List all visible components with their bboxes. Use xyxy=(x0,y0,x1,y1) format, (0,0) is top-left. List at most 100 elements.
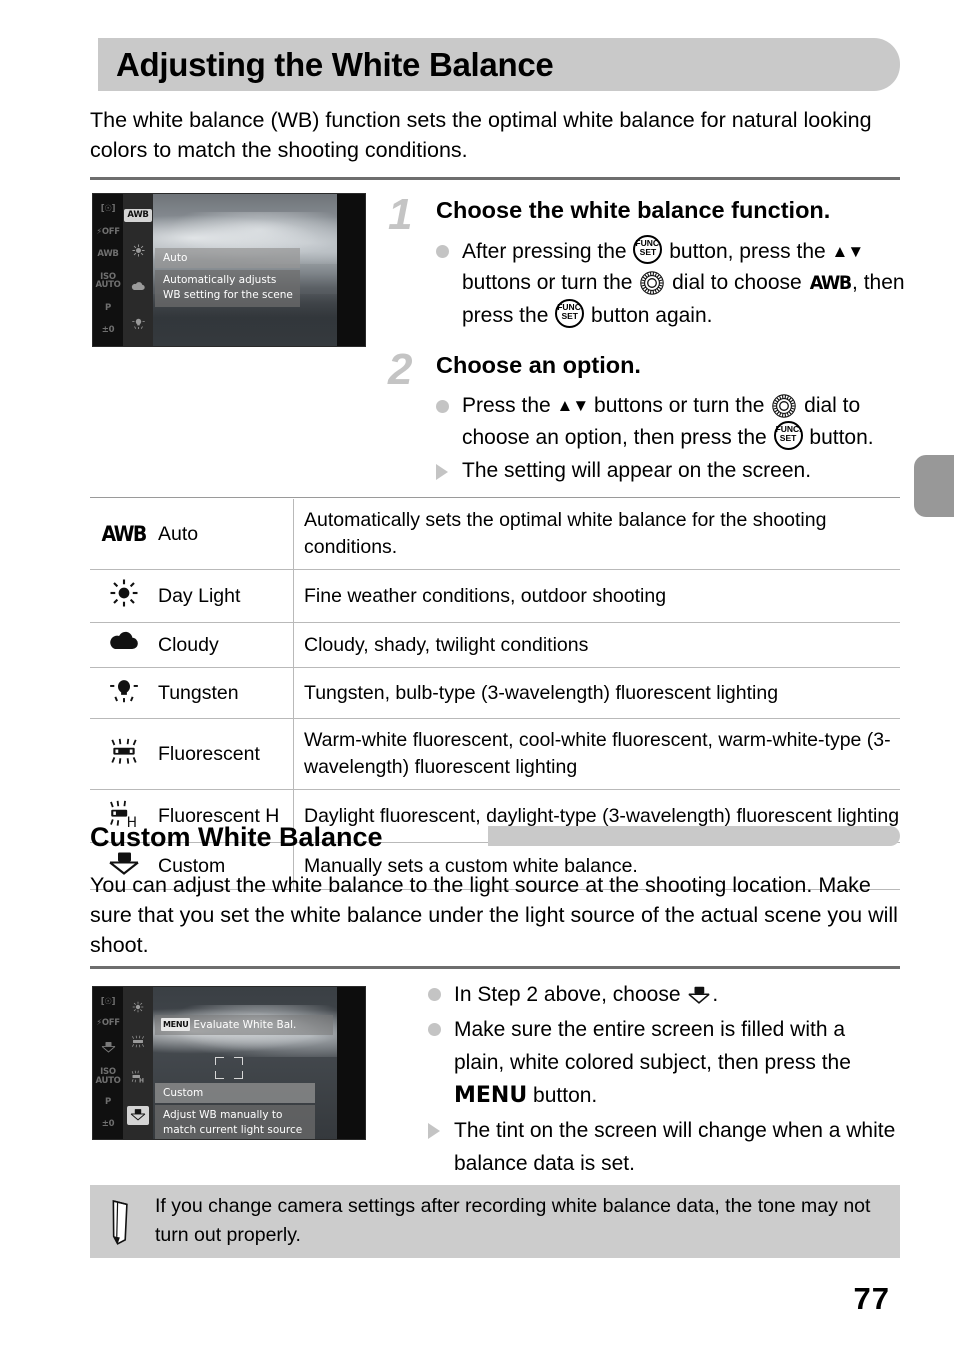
sun-glyph xyxy=(131,243,145,257)
step-2-number: 2 xyxy=(388,345,413,394)
table-top-divider xyxy=(90,497,900,498)
up-down-buttons-icon: ▲▼ xyxy=(831,242,865,261)
fluorescent-glyph xyxy=(132,1035,144,1048)
custom-wb-icon xyxy=(687,981,711,1004)
wb-mode-description: Warm-white fluorescent, cool-white fluor… xyxy=(293,718,900,790)
bullet-dot-icon xyxy=(428,988,441,1001)
exposure-comp-icon: ±0 xyxy=(101,325,115,336)
step-2-body: Press the ▲▼ buttons or turn the dial to… xyxy=(436,390,911,488)
intro-paragraph: The white balance (WB) function sets the… xyxy=(90,108,872,162)
af-corner-br xyxy=(234,1071,243,1079)
custom-wb-bullet-3: The tint on the screen will change when … xyxy=(428,1114,896,1180)
daylight-icon xyxy=(131,243,145,260)
iso-auto-icon: ISO AUTO xyxy=(95,1067,121,1086)
awb-icon: AWB xyxy=(90,499,152,570)
fluorescent-icon xyxy=(131,1035,145,1051)
fluorescent-glyph xyxy=(111,738,137,764)
wb-mode-description: Cloudy, shady, twilight conditions xyxy=(293,622,900,668)
step-2-title: Choose an option. xyxy=(436,352,641,378)
flash-off-icon: ⚡OFF xyxy=(96,226,120,237)
camera-screen-custom-wb: [☉] ⚡OFF ISO AUTO P ±0 H MENU Evaluate W… xyxy=(92,986,366,1140)
custom-wb-selected-icon xyxy=(127,1105,149,1126)
custom-wb-glyph xyxy=(130,1108,146,1121)
wb-option-description: Adjust WB manually to match current ligh… xyxy=(155,1105,315,1139)
custom-wb-bullet-3-text: The tint on the screen will change when … xyxy=(454,1119,896,1175)
sun-glyph xyxy=(132,1001,144,1013)
custom-wb-bullet-1: In Step 2 above, choose . xyxy=(428,978,896,1011)
step-1-title: Choose the white balance function. xyxy=(436,197,831,223)
control-dial-icon xyxy=(772,394,797,418)
func-set-button-icon: FUNC. SET xyxy=(773,421,803,450)
func-menu-column: [☉] ⚡OFF ISO AUTO P ±0 xyxy=(93,987,123,1139)
step-1-bullet-1-text: After pressing the FUNC. SET button, pres… xyxy=(462,235,905,328)
af-corner-tl xyxy=(215,1057,224,1065)
control-dial-icon xyxy=(640,271,665,295)
bullet-triangle-icon xyxy=(436,464,448,480)
note-text: If you change camera settings after reco… xyxy=(155,1195,871,1246)
custom-wb-bullet-2-text: Make sure the entire screen is filled wi… xyxy=(454,1018,851,1108)
cloudy-icon xyxy=(90,622,152,668)
program-mode-icon: P xyxy=(105,1097,111,1108)
section-heading-bar xyxy=(488,826,900,846)
wb-options-column: H xyxy=(123,987,153,1139)
step-2-bullet-2: The setting will appear on the screen. xyxy=(436,455,911,486)
pencil-icon xyxy=(106,1196,140,1248)
wb-desc-line-2: WB setting for the scene xyxy=(163,289,293,301)
step-2-bullet-1: Press the ▲▼ buttons or turn the dial to… xyxy=(436,390,911,453)
bullet-dot-icon xyxy=(428,1023,441,1036)
step-1-number: 1 xyxy=(388,190,413,239)
bulb-glyph xyxy=(131,318,145,329)
metering-icon: [☉] xyxy=(100,996,116,1007)
svg-text:H: H xyxy=(139,1078,144,1084)
wb-options-column: AWB xyxy=(123,194,153,346)
fluorescent-h-icon: H xyxy=(131,1070,145,1086)
tungsten-icon xyxy=(131,317,145,332)
page-number: 77 xyxy=(853,1281,890,1316)
fluorescent-h-glyph: H xyxy=(131,1071,144,1085)
wb-mode-name: Fluorescent xyxy=(152,718,294,790)
up-down-buttons-icon: ▲▼ xyxy=(556,396,590,415)
step-2-bullet-2-text: The setting will appear on the screen. xyxy=(462,459,812,482)
step-2-bullet-1-text: Press the ▲▼ buttons or turn the dial to… xyxy=(462,394,874,450)
section-heading: Custom White Balance xyxy=(90,822,383,852)
wb-mode-description: Tungsten, bulb-type (3-wavelength) fluor… xyxy=(293,667,900,719)
custom-wb-bullet-2: Make sure the entire screen is filled wi… xyxy=(428,1013,896,1112)
bulb-glyph xyxy=(110,680,138,703)
step-1-body: After pressing the FUNC. SET button, pres… xyxy=(436,235,911,333)
table-row: AWB Auto Automatically sets the optimal wh… xyxy=(90,499,900,570)
awb-icon: AWB xyxy=(809,272,851,294)
menu-button-chip: MENU xyxy=(161,1018,191,1031)
af-corner-bl xyxy=(215,1071,224,1079)
divider-bottom xyxy=(90,966,900,969)
awb-selected-icon: AWB xyxy=(124,209,152,222)
bullet-dot-icon xyxy=(436,245,449,258)
manual-page: Adjusting the White Balance The white ba… xyxy=(0,0,954,1345)
custom-wb-instructions: In Step 2 above, choose . Make sure the … xyxy=(428,978,896,1182)
tungsten-icon xyxy=(90,667,152,719)
fluorescent-icon xyxy=(90,718,152,790)
iso-auto-icon: ISO AUTO xyxy=(95,271,121,291)
awb-glyph: AWB xyxy=(101,521,148,546)
cloud-glyph xyxy=(110,631,138,650)
evaluate-white-bal-text: Evaluate White Bal. xyxy=(193,1019,297,1031)
table-row: Day Light Fine weather conditions, outdoo… xyxy=(90,569,900,623)
pencil-glyph xyxy=(112,1199,128,1245)
chapter-tab-marker xyxy=(914,455,954,517)
divider-top xyxy=(90,177,900,180)
func-menu-column: [☉] ⚡OFF AWB ISO AUTO P ±0 xyxy=(93,194,123,346)
af-frame-icon xyxy=(215,1057,243,1079)
wb-desc-line-2: match current light source xyxy=(163,1124,303,1136)
daylight-icon xyxy=(132,1001,144,1016)
awb-icon: AWB xyxy=(97,249,119,260)
program-mode-icon: P xyxy=(105,302,111,313)
step-1-bullet-1: After pressing the FUNC. SET button, pres… xyxy=(436,235,911,331)
evaluate-white-bal-bar: MENU Evaluate White Bal. xyxy=(155,1015,333,1035)
flash-off-icon: ⚡OFF xyxy=(96,1018,120,1029)
bullet-dot-icon xyxy=(436,400,449,413)
exposure-comp-icon: ±0 xyxy=(101,1118,115,1129)
wb-option-label: Custom xyxy=(155,1083,315,1103)
cloud-glyph xyxy=(131,282,145,291)
wb-mode-description: Fine weather conditions, outdoor shootin… xyxy=(293,569,900,623)
custom-wb-bullet-1-text: In Step 2 above, choose . xyxy=(454,981,719,1006)
custom-wb-glyph xyxy=(101,1041,115,1053)
